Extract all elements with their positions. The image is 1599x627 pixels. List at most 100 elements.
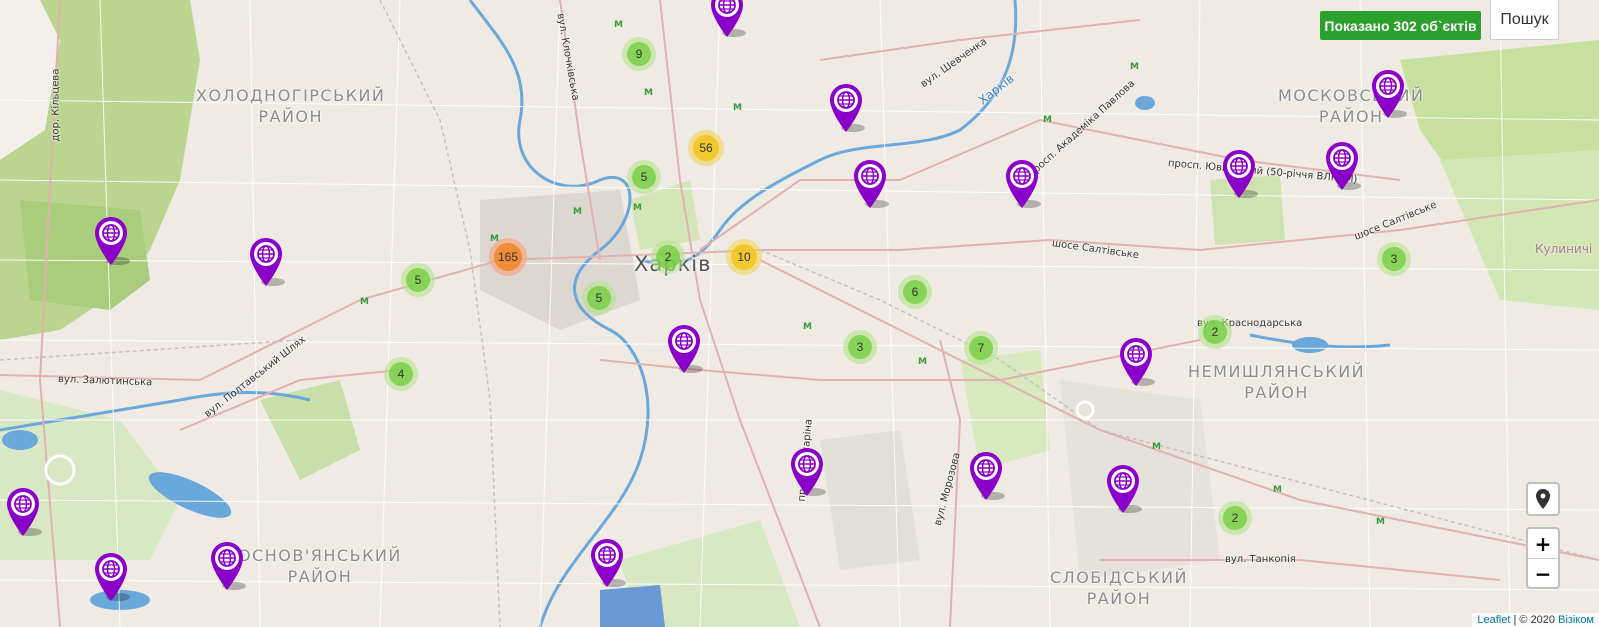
attribution-copyright: © 2020 <box>1519 614 1559 626</box>
cluster-count: 4 <box>389 362 413 386</box>
globe-marker[interactable] <box>1104 463 1144 515</box>
location-pin-icon <box>1536 489 1550 509</box>
metro-icon: M <box>360 297 369 307</box>
globe-marker[interactable] <box>1323 140 1363 192</box>
globe-icon <box>1006 160 1041 208</box>
globe-marker[interactable] <box>788 446 828 498</box>
globe-icon <box>1223 150 1258 198</box>
globe-icon <box>95 553 130 601</box>
water-lake <box>1292 337 1328 353</box>
marker-cluster[interactable]: 7 <box>964 331 998 365</box>
marker-cluster[interactable]: 165 <box>489 238 527 276</box>
water-lake <box>2 430 38 450</box>
globe-marker[interactable] <box>708 0 748 39</box>
marker-cluster[interactable]: 5 <box>401 263 435 297</box>
water-lake <box>1135 96 1155 110</box>
globe-marker[interactable] <box>4 486 44 538</box>
cluster-count: 9 <box>627 42 651 66</box>
metro-icon: M <box>1130 62 1139 72</box>
globe-marker[interactable] <box>588 537 628 589</box>
street-label: дор. Кільцева <box>50 68 62 142</box>
object-count-badge: Показано 302 об`єктів <box>1320 11 1481 40</box>
globe-icon <box>250 238 285 286</box>
globe-icon <box>211 542 246 590</box>
globe-icon <box>591 539 626 587</box>
zoom-control: + − <box>1526 527 1560 589</box>
globe-marker[interactable] <box>92 551 132 603</box>
globe-marker[interactable] <box>92 215 132 267</box>
globe-marker[interactable] <box>827 82 867 134</box>
globe-marker[interactable] <box>1117 336 1157 388</box>
globe-icon <box>1372 70 1407 118</box>
district-label: Слобідський район <box>1050 568 1188 608</box>
cluster-count: 3 <box>848 335 872 359</box>
metro-icon: M <box>1273 485 1282 495</box>
cluster-count: 56 <box>693 135 719 161</box>
marker-cluster[interactable]: 5 <box>627 160 661 194</box>
metro-icon: M <box>614 20 623 30</box>
search-button[interactable]: Пошук <box>1490 0 1559 40</box>
cluster-count: 165 <box>494 243 522 271</box>
globe-marker[interactable] <box>1003 158 1043 210</box>
globe-marker[interactable] <box>665 323 705 375</box>
map-attribution: Leaflet | © 2020 Візіком <box>1472 613 1599 627</box>
metro-icon: M <box>633 203 642 213</box>
globe-marker[interactable] <box>208 540 248 592</box>
marker-cluster[interactable]: 2 <box>1198 315 1232 349</box>
provider-link[interactable]: Візіком <box>1558 614 1594 626</box>
globe-marker[interactable] <box>1369 68 1409 120</box>
metro-icon: M <box>803 322 812 332</box>
industrial-area <box>600 585 665 627</box>
marker-cluster[interactable]: 2 <box>1218 501 1252 535</box>
globe-marker[interactable] <box>851 158 891 210</box>
metro-icon: M <box>573 207 582 217</box>
district-label: Основ'янський район <box>238 546 402 586</box>
cluster-count: 2 <box>656 245 680 269</box>
marker-cluster[interactable]: 4 <box>384 357 418 391</box>
marker-cluster[interactable]: 3 <box>1377 242 1411 276</box>
globe-marker[interactable] <box>967 450 1007 502</box>
marker-cluster[interactable]: 9 <box>622 37 656 71</box>
marker-cluster[interactable]: 56 <box>688 130 724 166</box>
globe-marker[interactable] <box>1220 148 1260 200</box>
globe-icon <box>95 217 130 265</box>
cluster-count: 10 <box>731 244 757 270</box>
globe-icon <box>854 160 889 208</box>
marker-cluster[interactable]: 5 <box>582 281 616 315</box>
metro-icon: M <box>1043 115 1052 125</box>
cluster-count: 5 <box>632 165 656 189</box>
cluster-count: 3 <box>1382 247 1406 271</box>
globe-icon <box>668 325 703 373</box>
marker-cluster[interactable]: 2 <box>651 240 685 274</box>
globe-icon <box>1120 338 1155 386</box>
globe-icon <box>7 488 42 536</box>
town-label: Кулиничі <box>1535 242 1593 256</box>
cluster-count: 2 <box>1223 506 1247 530</box>
globe-icon <box>711 0 746 37</box>
globe-marker[interactable] <box>247 236 287 288</box>
metro-icon: M <box>644 88 653 98</box>
globe-icon <box>1107 465 1142 513</box>
cluster-count: 6 <box>903 280 927 304</box>
marker-cluster[interactable]: 3 <box>843 330 877 364</box>
locate-button[interactable] <box>1526 482 1560 516</box>
globe-icon <box>791 448 826 496</box>
metro-icon: M <box>918 357 927 367</box>
street-label: вул. Танкопія <box>1225 554 1296 565</box>
map-canvas[interactable]: Холодногірський район Московський район … <box>0 0 1599 627</box>
globe-icon <box>1326 142 1361 190</box>
metro-icon: M <box>733 103 742 113</box>
globe-icon <box>970 452 1005 500</box>
marker-cluster[interactable]: 10 <box>726 239 762 275</box>
marker-cluster[interactable]: 6 <box>898 275 932 309</box>
leaflet-link[interactable]: Leaflet <box>1477 614 1510 626</box>
district-label: Холодногірський район <box>196 86 386 126</box>
cluster-count: 2 <box>1203 320 1227 344</box>
cluster-count: 7 <box>969 336 993 360</box>
zoom-in-button[interactable]: + <box>1528 529 1558 558</box>
zoom-out-button[interactable]: − <box>1528 558 1558 588</box>
globe-icon <box>830 84 865 132</box>
cluster-count: 5 <box>406 268 430 292</box>
metro-icon: M <box>1376 517 1385 527</box>
district-label: Немишлянський район <box>1188 362 1366 402</box>
